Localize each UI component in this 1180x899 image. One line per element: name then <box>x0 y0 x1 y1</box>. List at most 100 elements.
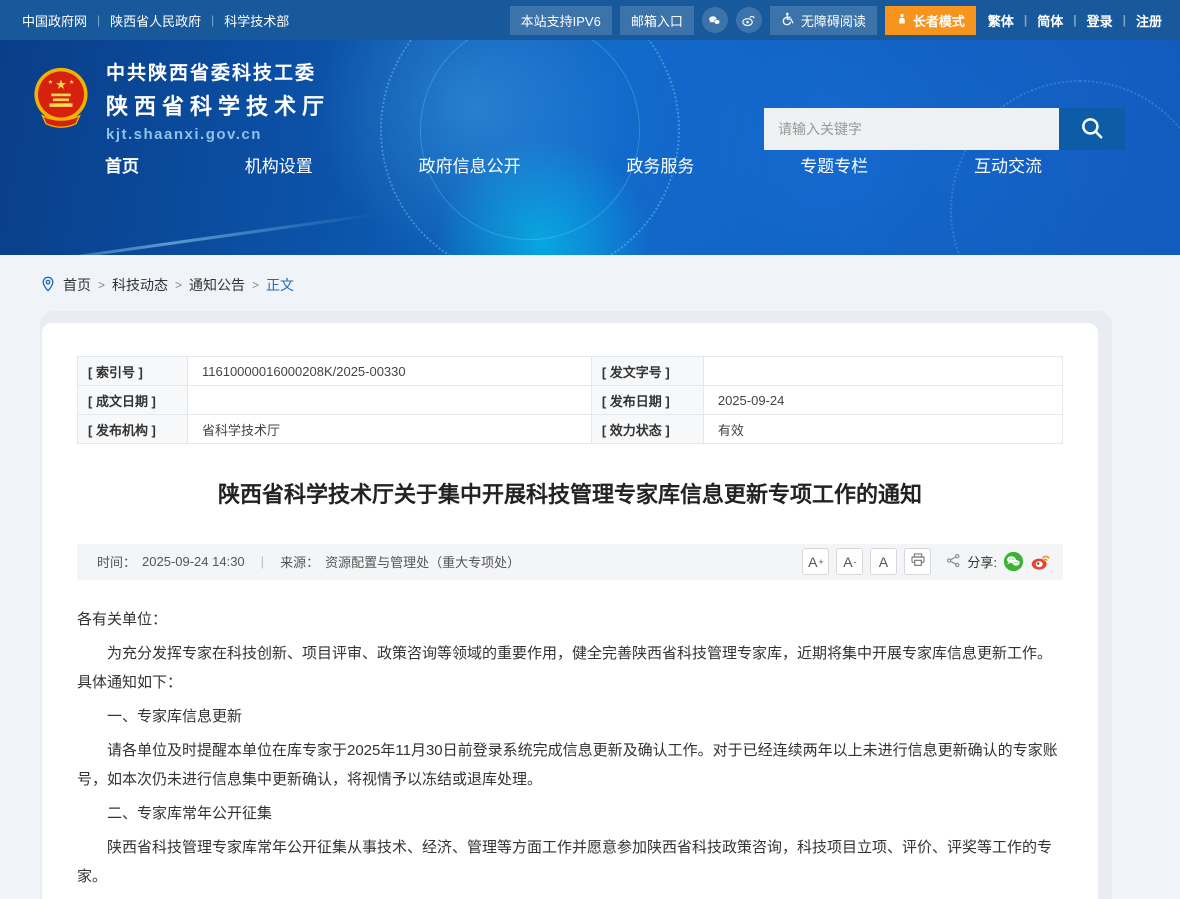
article-paragraph: 请各单位及时提醒本单位在库专家于2025年11月30日前登录系统完成信息更新及确… <box>77 736 1063 794</box>
elder-mode-button[interactable]: 长者模式 <box>885 6 976 35</box>
nav-item-gov-services[interactable]: 政务服务 <box>626 152 694 177</box>
nav-item-info-disclosure[interactable]: 政府信息公开 <box>419 152 521 177</box>
font-decrease-button[interactable]: A- <box>836 548 863 575</box>
font-default-button[interactable]: A <box>870 548 897 575</box>
article-meta-strip: 时间： 2025-09-24 14:30 | 来源： 资源配置与管理处（重大专项… <box>77 544 1063 580</box>
page-title: 陕西省科学技术厅关于集中开展科技管理专家库信息更新专项工作的通知 <box>87 480 1053 511</box>
meta-value-publish-date: 2025-09-24 <box>703 386 1062 415</box>
meta-value-index: 11610000016000208K/2025-00330 <box>188 357 592 386</box>
article-section-heading: 二、专家库常年公开征集 <box>77 799 1063 828</box>
search-button[interactable] <box>1059 108 1125 150</box>
accessibility-label: 无障碍阅读 <box>801 11 866 30</box>
share-group: 分享: <box>946 551 1051 572</box>
article-card-outer: [ 索引号 ] 11610000016000208K/2025-00330 [ … <box>40 311 1112 899</box>
source-label: 来源： <box>280 552 319 571</box>
meta-label-docnum: [ 发文字号 ] <box>591 357 703 386</box>
meta-label-written-date: [ 成文日期 ] <box>78 386 188 415</box>
search-icon <box>1079 115 1105 144</box>
banner-decoration <box>380 40 680 255</box>
org-name-line2: 陕西省科学技术厅 <box>106 89 330 121</box>
source-value: 资源配置与管理处（重大专项处） <box>325 552 520 571</box>
publish-time: 2025-09-24 14:30 <box>142 554 245 569</box>
search-input[interactable] <box>764 108 1059 150</box>
time-label: 时间： <box>97 552 136 571</box>
nav-item-special-topics[interactable]: 专题专栏 <box>800 152 868 177</box>
breadcrumb-separator: > <box>175 278 182 292</box>
font-increase-button[interactable]: A+ <box>802 548 829 575</box>
topbar-tools: 本站支持IPV6 邮箱入口 无障碍阅读 长者模式 繁体 <box>510 6 1162 35</box>
ipv6-badge[interactable]: 本站支持IPV6 <box>510 6 612 35</box>
share-icon <box>946 553 961 571</box>
weibo-icon[interactable] <box>736 7 762 33</box>
nav-item-interaction[interactable]: 互动交流 <box>974 152 1042 177</box>
printer-icon <box>910 552 926 571</box>
share-label: 分享: <box>967 552 997 571</box>
breadcrumb-separator: > <box>252 278 259 292</box>
table-row: [ 发布机构 ] 省科学技术厅 [ 效力状态 ] 有效 <box>78 415 1063 444</box>
site-banner: ★ ★ ★ 中共陕西省委科技工委 陕西省科学技术厅 kjt.shaanxi.go… <box>0 40 1180 255</box>
meta-value-org: 省科学技术厅 <box>188 415 592 444</box>
location-pin-icon <box>40 276 56 295</box>
gov-links: 中国政府网 | 陕西省人民政府 | 科学技术部 <box>22 11 289 30</box>
org-name-line1: 中共陕西省委科技工委 <box>106 58 330 85</box>
article-meta-info: 时间： 2025-09-24 14:30 | 来源： 资源配置与管理处（重大专项… <box>97 552 520 571</box>
separator: | <box>211 13 214 27</box>
nav-item-organization[interactable]: 机构设置 <box>245 152 313 177</box>
separator: | <box>97 13 100 27</box>
accessibility-button[interactable]: 无障碍阅读 <box>770 6 877 35</box>
separator: | <box>1073 13 1076 27</box>
breadcrumb-current: 正文 <box>266 275 294 295</box>
article-body: 各有关单位： 为充分发挥专家在科技创新、项目评审、政策咨询等领域的重要作用，健全… <box>77 605 1063 899</box>
breadcrumb-separator: > <box>98 278 105 292</box>
weibo-share-icon[interactable] <box>1030 551 1051 572</box>
breadcrumb-notices[interactable]: 通知公告 <box>189 275 245 295</box>
wechat-icon[interactable] <box>702 7 728 33</box>
breadcrumb-home[interactable]: 首页 <box>63 275 91 295</box>
main-nav: 首页 机构设置 政府信息公开 政务服务 专题专栏 互动交流 <box>0 152 1180 177</box>
banner-decoration <box>0 213 378 255</box>
meta-label-validity: [ 效力状态 ] <box>591 415 703 444</box>
nav-label: 政务服务 <box>626 157 694 176</box>
banner-decoration <box>420 40 640 240</box>
meta-label-org: [ 发布机构 ] <box>78 415 188 444</box>
svg-text:★: ★ <box>48 79 54 86</box>
breadcrumb-tech-news[interactable]: 科技动态 <box>112 275 168 295</box>
mail-entry-button[interactable]: 邮箱入口 <box>620 6 694 35</box>
article-paragraph: 陕西省科技管理专家库常年公开征集从事技术、经济、管理等方面工作并愿意参加陕西省科… <box>77 833 1063 891</box>
wheelchair-icon <box>781 11 796 29</box>
link-shaanxi-gov[interactable]: 陕西省人民政府 <box>110 11 201 30</box>
link-most[interactable]: 科学技术部 <box>224 11 289 30</box>
article-paragraph: 各有关单位： <box>77 605 1063 634</box>
table-row: [ 索引号 ] 11610000016000208K/2025-00330 [ … <box>78 357 1063 386</box>
register-link[interactable]: 注册 <box>1136 11 1162 30</box>
auth-links: 繁体 | 简体 | 登录 | 注册 <box>988 11 1162 30</box>
brand-text: 中共陕西省委科技工委 陕西省科学技术厅 kjt.shaanxi.gov.cn <box>106 58 330 143</box>
traditional-chinese-link[interactable]: 繁体 <box>988 11 1014 30</box>
nav-item-home[interactable]: 首页 <box>105 152 139 177</box>
wechat-share-icon[interactable] <box>1003 551 1024 572</box>
status-badge: 有效 <box>703 415 1062 444</box>
page: 中国政府网 | 陕西省人民政府 | 科学技术部 本站支持IPV6 邮箱入口 无障… <box>0 0 1180 899</box>
separator: | <box>1024 13 1027 27</box>
breadcrumb: 首页 > 科技动态 > 通知公告 > 正文 <box>0 255 1180 311</box>
nav-label: 政府信息公开 <box>419 157 521 176</box>
top-utility-bar: 中国政府网 | 陕西省人民政府 | 科学技术部 本站支持IPV6 邮箱入口 无障… <box>0 0 1180 40</box>
article-tools: A+ A- A 分享: <box>802 548 1051 575</box>
simplified-chinese-link[interactable]: 简体 <box>1037 11 1063 30</box>
article-card: [ 索引号 ] 11610000016000208K/2025-00330 [ … <box>42 323 1098 899</box>
svg-text:★: ★ <box>69 79 75 86</box>
print-button[interactable] <box>904 548 931 575</box>
login-link[interactable]: 登录 <box>1087 11 1113 30</box>
meta-label-index: [ 索引号 ] <box>78 357 188 386</box>
article-paragraph: 为充分发挥专家在科技创新、项目评审、政策咨询等领域的重要作用，健全完善陕西省科技… <box>77 639 1063 697</box>
divider: | <box>261 554 264 569</box>
elder-mode-label: 长者模式 <box>913 11 965 30</box>
meta-value-docnum <box>703 357 1062 386</box>
link-china-gov[interactable]: 中国政府网 <box>22 11 87 30</box>
person-icon <box>896 13 908 28</box>
site-logo[interactable]: ★ ★ ★ 中共陕西省委科技工委 陕西省科学技术厅 kjt.shaanxi.go… <box>30 58 330 143</box>
meta-label-publish-date: [ 发布日期 ] <box>591 386 703 415</box>
nav-label: 首页 <box>105 157 139 176</box>
table-row: [ 成文日期 ] [ 发布日期 ] 2025-09-24 <box>78 386 1063 415</box>
meta-value-written-date <box>188 386 592 415</box>
